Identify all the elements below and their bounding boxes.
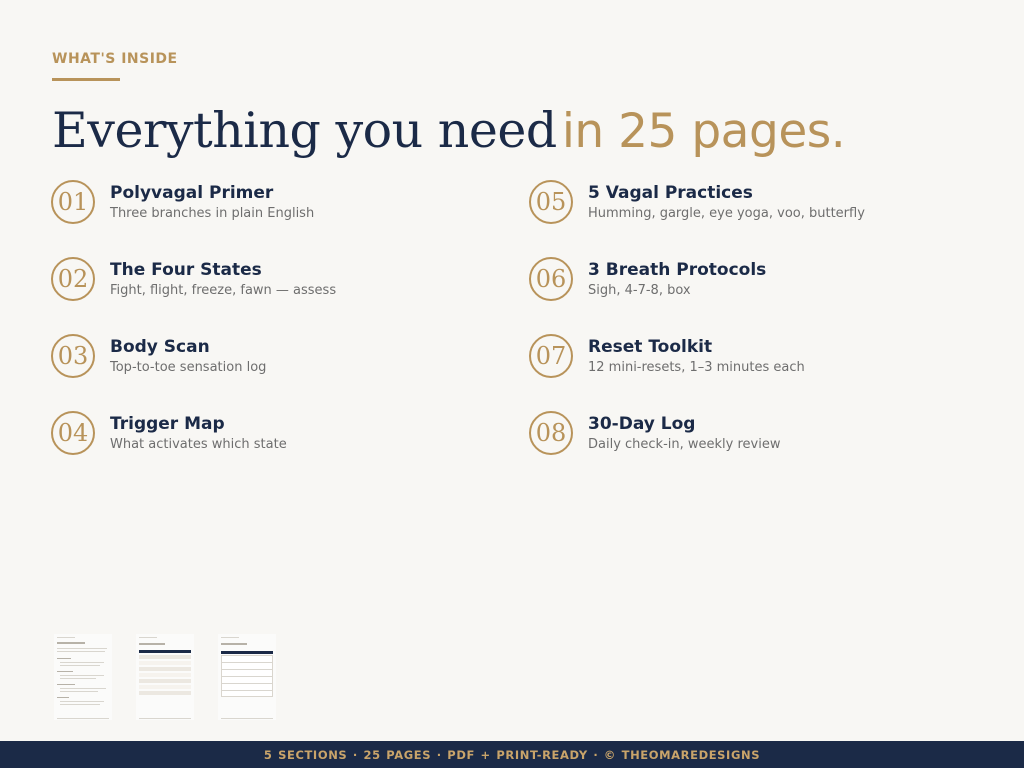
item-title: 5 Vagal Practices xyxy=(588,183,753,203)
item-number-badge: 02 xyxy=(51,257,95,301)
item-title: Reset Toolkit xyxy=(588,337,713,357)
item-description: Daily check-in, weekly review xyxy=(588,437,781,452)
contents-item-07: 07 Reset Toolkit 12 mini-resets, 1–3 min… xyxy=(529,334,989,382)
headline-lead: Everything you need xyxy=(52,102,557,159)
contents-item-01: 01 Polyvagal Primer Three branches in pl… xyxy=(51,180,511,228)
item-number-badge: 01 xyxy=(51,180,95,224)
section-eyebrow: WHAT'S INSIDE xyxy=(52,51,178,67)
contents-item-08: 08 30-Day Log Daily check-in, weekly rev… xyxy=(529,411,989,459)
item-description: Three branches in plain English xyxy=(110,206,315,221)
item-description: 12 mini-resets, 1–3 minutes each xyxy=(588,360,805,375)
item-title: Polyvagal Primer xyxy=(110,183,274,203)
footer-bar: 5 SECTIONS · 25 PAGES · PDF + PRINT-READ… xyxy=(0,741,1024,768)
eyebrow-underline xyxy=(52,78,120,81)
contents-item-03: 03 Body Scan Top-to-toe sensation log xyxy=(51,334,511,382)
page-headline: Everything you need in 25 pages. xyxy=(52,100,846,173)
item-description: Humming, gargle, eye yoga, voo, butterfl… xyxy=(588,206,865,221)
contents-item-05: 05 5 Vagal Practices Humming, gargle, ey… xyxy=(529,180,989,228)
item-number-badge: 08 xyxy=(529,411,573,455)
item-title: Trigger Map xyxy=(110,414,225,434)
item-description: What activates which state xyxy=(110,437,287,452)
item-number-badge: 04 xyxy=(51,411,95,455)
item-title: The Four States xyxy=(110,260,262,280)
item-number-badge: 07 xyxy=(529,334,573,378)
item-description: Sigh, 4-7-8, box xyxy=(588,283,691,298)
footer-text: 5 SECTIONS · 25 PAGES · PDF + PRINT-READ… xyxy=(263,747,761,762)
item-title: 30-Day Log xyxy=(588,414,696,434)
item-description: Fight, flight, freeze, fawn — assess xyxy=(110,283,337,298)
contents-item-02: 02 The Four States Fight, flight, freeze… xyxy=(51,257,511,305)
contents-item-06: 06 3 Breath Protocols Sigh, 4-7-8, box xyxy=(529,257,989,305)
headline-accent: in 25 pages. xyxy=(561,104,846,159)
page-preview-thumbnail xyxy=(218,634,276,720)
item-number-badge: 05 xyxy=(529,180,573,224)
item-number-badge: 06 xyxy=(529,257,573,301)
item-title: 3 Breath Protocols xyxy=(588,260,767,280)
item-number-badge: 03 xyxy=(51,334,95,378)
page-preview-thumbnail xyxy=(54,634,112,720)
contents-item-04: 04 Trigger Map What activates which stat… xyxy=(51,411,511,459)
item-title: Body Scan xyxy=(110,337,210,357)
item-description: Top-to-toe sensation log xyxy=(110,360,267,375)
page-preview-thumbnail xyxy=(136,634,194,720)
